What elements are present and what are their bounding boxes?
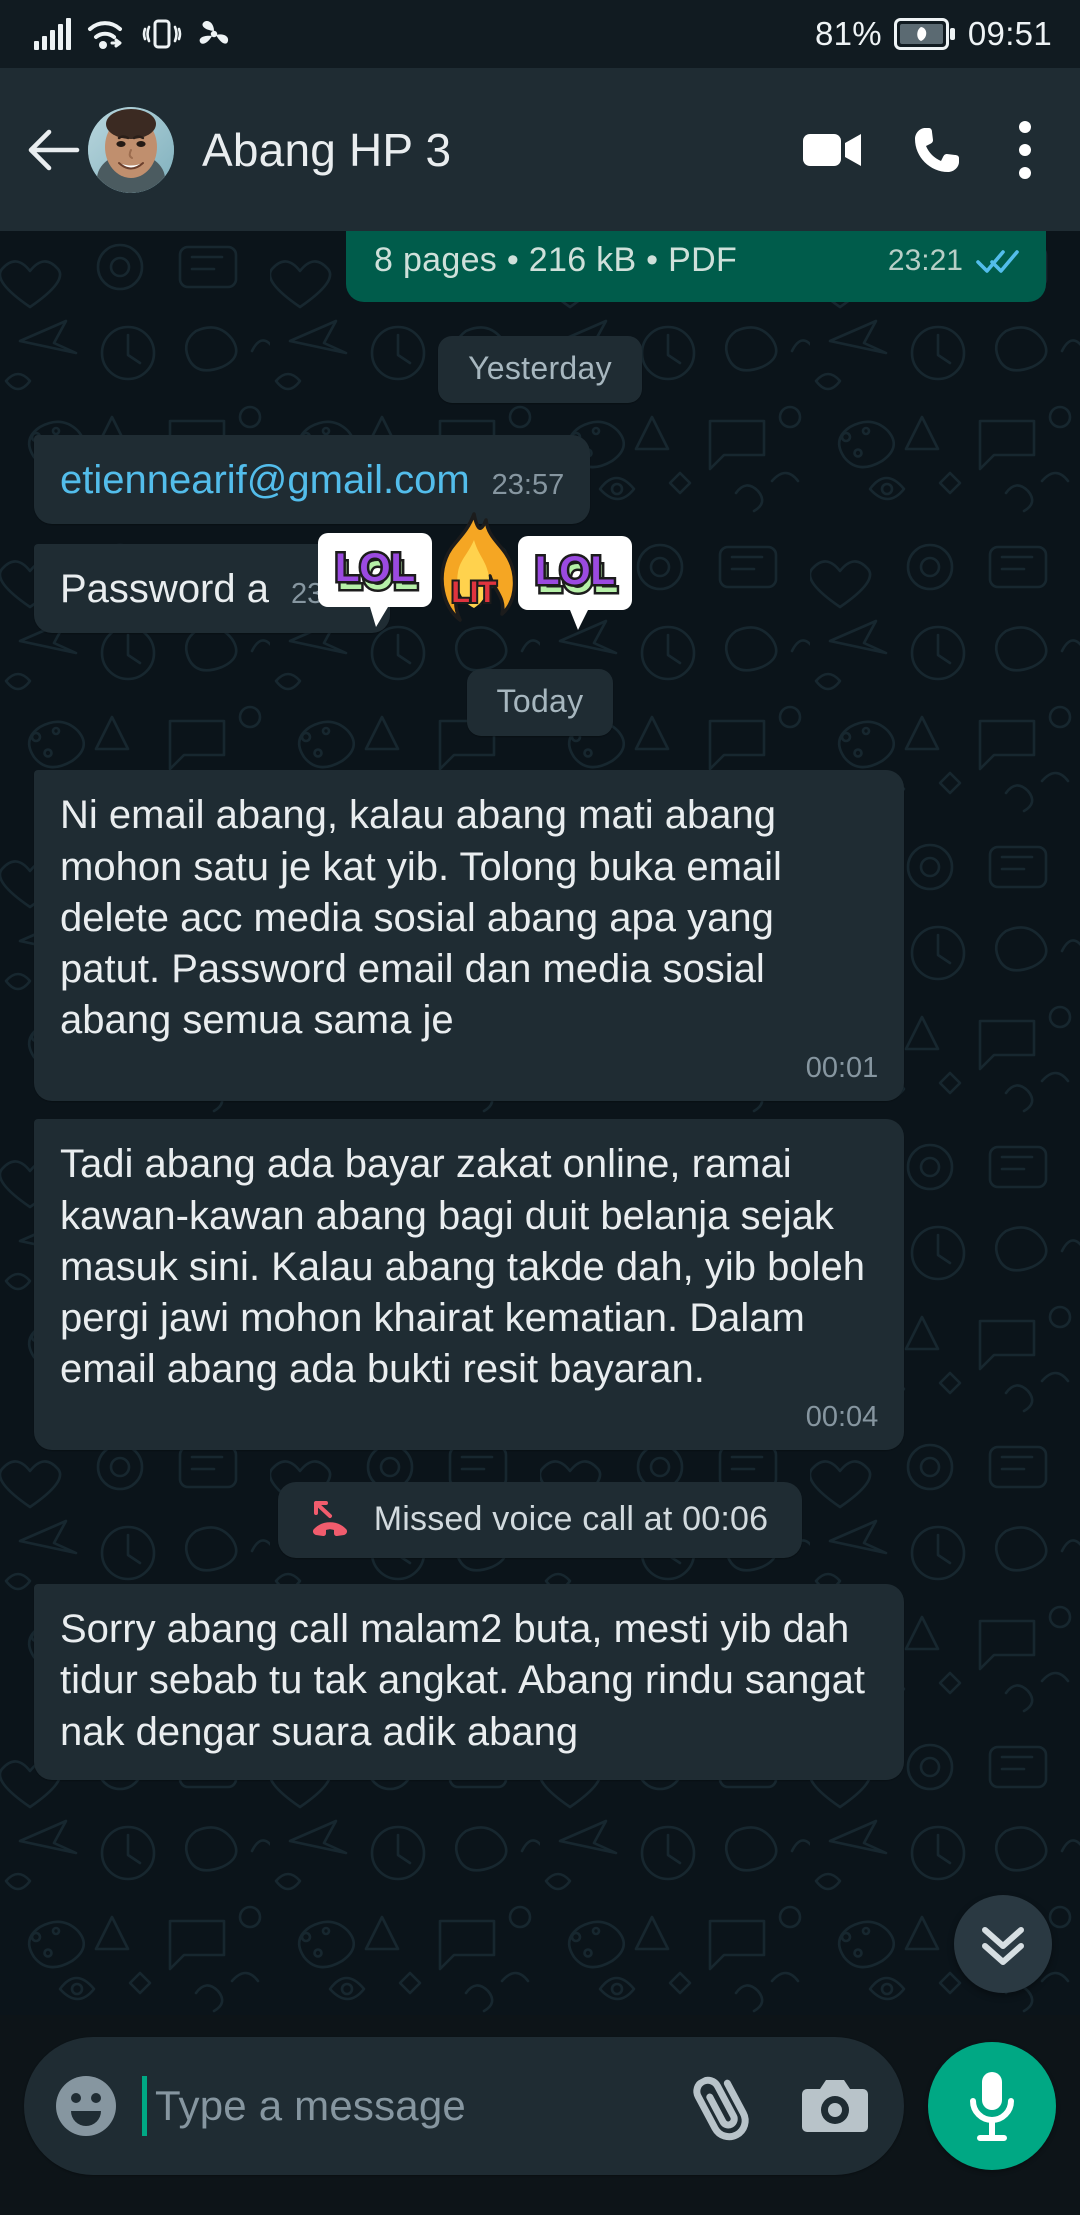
chat-message-list[interactable]: 8 pages • 216 kB • PDF 23:21 Yesterday e… [0, 231, 1080, 2015]
message-row: Ni email abang, kalau abang mati abang m… [0, 770, 1080, 1102]
document-info-label: 8 pages • 216 kB • PDF [374, 241, 738, 279]
voice-call-button[interactable] [900, 113, 974, 187]
contact-name[interactable]: Abang HP 3 [202, 123, 451, 177]
document-status-group: 23:21 [888, 244, 1020, 278]
text-message-bubble[interactable]: Tadi abang ada bayar zakat online, ramai… [34, 1119, 905, 1451]
message-time: 23:58 [290, 578, 364, 611]
more-options-icon [1019, 120, 1031, 179]
chat-header: Abang HP 3 [0, 68, 1080, 231]
avatar-photo [88, 106, 174, 193]
message-row: Password a 23:58 LOL LOL LIT LOL LOL [0, 512, 1080, 634]
fan-icon [199, 21, 229, 44]
video-call-icon [803, 133, 861, 166]
phone-call-icon [915, 127, 959, 172]
svg-text:LOL: LOL [535, 549, 615, 593]
missed-call-chip[interactable]: Missed voice call at 00:06 [277, 1482, 803, 1559]
clock-label: 09:51 [967, 15, 1052, 52]
read-receipt-icon [976, 249, 1019, 273]
message-text[interactable]: Ni email abang, kalau abang mati abang m… [60, 790, 878, 1046]
missed-call-icon [312, 1501, 347, 1537]
microphone-icon [970, 2072, 1014, 2141]
svg-text:LIT: LIT [452, 576, 497, 609]
status-bar: 81% 09:51 [0, 0, 1080, 68]
message-row: Tadi abang ada bayar zakat online, ramai… [0, 1119, 1080, 1451]
message-row: Sorry abang call malam2 buta, mesti yib … [0, 1584, 1080, 1780]
paperclip-attach-icon [693, 2076, 749, 2141]
message-scroll-container[interactable]: 8 pages • 216 kB • PDF 23:21 Yesterday e… [0, 231, 1080, 2015]
battery-saver-icon [893, 18, 955, 50]
missed-call-label: Missed voice call at 00:06 [373, 1499, 769, 1538]
message-row: etiennearif@gmail.com 23:57 [0, 435, 1080, 525]
text-cursor [142, 2076, 147, 2136]
message-time: 00:04 [805, 1401, 879, 1434]
battery-percent-label: 81% [814, 15, 882, 52]
svg-text:LOL: LOL [538, 557, 618, 601]
double-chevron-down-icon [982, 1927, 1024, 1965]
emoji-smiley-icon [56, 2076, 116, 2136]
vibrate-mode-icon [142, 19, 182, 49]
date-divider-today: Today [466, 669, 614, 737]
camera-icon [802, 2080, 868, 2132]
text-message-bubble[interactable]: etiennearif@gmail.com 23:57 [34, 435, 591, 525]
status-bar-left [34, 17, 232, 51]
wifi-icon [88, 21, 122, 49]
message-time: 23:57 [491, 469, 565, 502]
date-divider-row: Today [0, 669, 1080, 737]
document-message-bubble[interactable]: 8 pages • 216 kB • PDF 23:21 [346, 231, 1046, 302]
message-meta: 23:58 [291, 578, 364, 615]
message-meta: 00:04 [60, 1401, 879, 1434]
emoji-button[interactable] [50, 2070, 122, 2142]
date-divider-row: Yesterday [0, 336, 1080, 403]
video-call-button[interactable] [796, 113, 870, 187]
message-text[interactable]: Password a [60, 564, 269, 615]
text-message-bubble[interactable]: Password a 23:58 [34, 544, 390, 634]
whatsapp-chat-screen: 81% 09:51 Abang HP 3 8 pages • 216 kB • … [0, 0, 1080, 2215]
back-arrow-icon [28, 129, 80, 170]
lol-sticker: LOL LOL [518, 536, 632, 631]
voice-record-button[interactable] [928, 2042, 1056, 2170]
message-meta: 00:01 [60, 1052, 879, 1085]
message-input-pill[interactable]: Type a message [24, 2037, 904, 2175]
text-message-bubble[interactable]: Ni email abang, kalau abang mati abang m… [34, 770, 905, 1102]
message-meta: 23:57 [492, 469, 565, 506]
message-row: 8 pages • 216 kB • PDF 23:21 [0, 231, 1080, 302]
message-input-placeholder[interactable]: Type a message [155, 2082, 682, 2130]
message-time: 00:01 [805, 1052, 879, 1085]
message-composer: Type a message [0, 2015, 1080, 2215]
signal-bars-icon [34, 18, 71, 50]
back-button[interactable] [22, 119, 84, 181]
lit-fire-sticker: LIT [440, 512, 517, 622]
avatar[interactable] [88, 106, 174, 193]
system-message-row: Missed voice call at 00:06 [0, 1482, 1080, 1559]
status-bar-right: 81% 09:51 [815, 15, 1052, 53]
attach-button[interactable] [688, 2067, 766, 2145]
message-time: 23:21 [887, 243, 963, 277]
message-text[interactable]: Tadi abang ada bayar zakat online, ramai… [60, 1139, 878, 1395]
scroll-to-bottom-button[interactable] [954, 1895, 1052, 1993]
more-options-button[interactable] [1000, 113, 1050, 187]
date-divider-yesterday: Yesterday [438, 336, 642, 403]
document-meta-row: 8 pages • 216 kB • PDF 23:21 [346, 231, 1046, 302]
text-message-bubble[interactable]: Sorry abang call malam2 buta, mesti yib … [34, 1584, 905, 1780]
message-text[interactable]: etiennearif@gmail.com [60, 455, 470, 506]
camera-button[interactable] [796, 2067, 874, 2145]
message-text[interactable]: Sorry abang call malam2 buta, mesti yib … [60, 1604, 878, 1758]
